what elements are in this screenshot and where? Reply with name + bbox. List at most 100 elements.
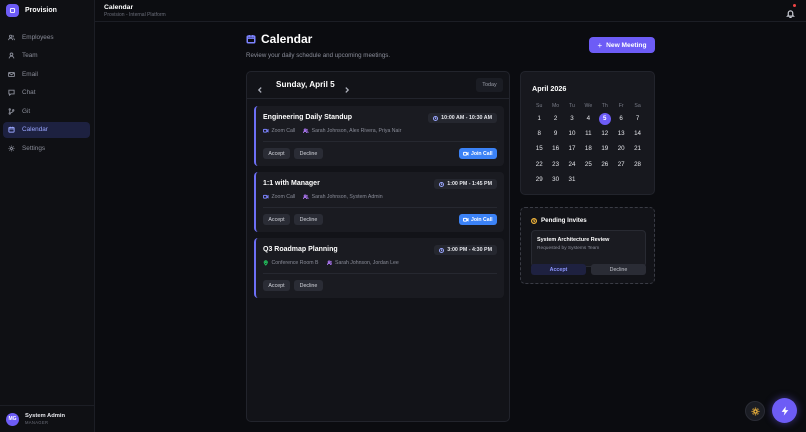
calendar-day-selected[interactable]: 5 — [597, 112, 613, 125]
chat-icon — [8, 89, 15, 96]
invite-decline-button[interactable]: Decline — [591, 264, 646, 275]
clock-icon — [439, 247, 445, 253]
calendar-day[interactable]: 24 — [564, 161, 580, 168]
mini-calendar: April 2026 Su Mo Tu We Th Fr Sa 1 2 3 4 … — [520, 71, 655, 195]
calendar-day[interactable]: 3 — [564, 115, 580, 122]
topbar: Calendar Provision - Internal Platform — [95, 0, 806, 22]
page-description: Review your daily schedule and upcoming … — [246, 52, 391, 59]
notifications-button[interactable] — [786, 4, 796, 19]
invite-card: System Architecture Review Requested by … — [531, 230, 646, 267]
sidebar-item-label: Git — [22, 107, 31, 115]
calendar-day[interactable]: 15 — [531, 145, 547, 152]
invite-accept-button[interactable]: Accept — [531, 264, 586, 275]
decline-button[interactable]: Decline — [294, 280, 323, 291]
page-title: Calendar — [246, 32, 390, 46]
calendar-day[interactable]: 9 — [547, 130, 563, 137]
event-time: 3:00 PM - 4:30 PM — [434, 245, 497, 255]
calendar-icon — [8, 126, 15, 133]
calendar-day[interactable]: 31 — [564, 176, 580, 183]
sidebar-item-chat[interactable]: Chat — [3, 85, 90, 101]
pending-invites: Pending Invites System Architecture Revi… — [520, 207, 655, 284]
calendar-day[interactable]: 13 — [613, 130, 629, 137]
calendar-day[interactable]: 26 — [597, 161, 613, 168]
sun-icon — [751, 407, 759, 415]
quick-action-button[interactable] — [772, 398, 797, 423]
event-card[interactable]: Q3 Roadmap Planning 3:00 PM - 4:30 PM Co… — [254, 238, 504, 298]
calendar-day[interactable]: 17 — [564, 145, 580, 152]
sidebar-item-label: Employees — [22, 33, 54, 41]
calendar-icon — [246, 35, 256, 44]
sidebar-item-label: Chat — [22, 89, 36, 96]
calendar-day[interactable]: 8 — [531, 130, 547, 137]
join-call-button[interactable]: Join Call — [459, 214, 497, 225]
calendar-day[interactable]: 1 — [531, 115, 547, 122]
weekday-label: Th — [601, 103, 608, 109]
calendar-day[interactable]: 18 — [580, 145, 596, 152]
calendar-day[interactable]: 30 — [547, 176, 563, 183]
gear-icon — [8, 145, 15, 151]
calendar-day[interactable]: 23 — [547, 161, 563, 168]
calendar-day[interactable]: 21 — [629, 145, 645, 152]
week-row: 15 16 17 18 19 20 21 — [531, 141, 653, 156]
next-day-button[interactable] — [343, 81, 351, 93]
decline-button[interactable]: Decline — [294, 214, 323, 225]
divider — [263, 273, 497, 274]
weekday-label: Su — [536, 103, 543, 109]
sidebar-item-employees[interactable]: Employees — [3, 29, 90, 45]
calendar-day[interactable]: 25 — [580, 161, 596, 168]
calendar-day[interactable]: 14 — [629, 130, 645, 137]
previous-day-button[interactable] — [256, 81, 264, 93]
calendar-day[interactable]: 7 — [629, 115, 645, 122]
clock-icon — [433, 115, 439, 121]
brand[interactable]: Provision — [6, 4, 57, 17]
accept-button[interactable]: Accept — [263, 148, 290, 159]
calendar-day[interactable]: 2 — [547, 115, 563, 122]
sidebar-item-email[interactable]: Email — [3, 66, 90, 82]
accept-button[interactable]: Accept — [263, 214, 290, 225]
sidebar-item-calendar[interactable]: Calendar — [3, 121, 90, 138]
event-card[interactable]: Engineering Daily Standup 10:00 AM - 10:… — [254, 106, 504, 166]
calendar-day[interactable]: 19 — [597, 145, 613, 152]
calendar-day[interactable]: 12 — [597, 130, 613, 137]
theme-toggle-button[interactable] — [745, 401, 765, 421]
sidebar: Provision Employees Team Email Chat Git … — [0, 0, 95, 432]
sidebar-item-label: Calendar — [22, 126, 48, 133]
join-call-button[interactable]: Join Call — [459, 148, 497, 159]
decline-button[interactable]: Decline — [294, 148, 323, 159]
calendar-day[interactable]: 11 — [580, 130, 596, 137]
event-card[interactable]: 1:1 with Manager 1:00 PM - 1:45 PM Zoom … — [254, 172, 504, 232]
calendar-day[interactable]: 16 — [547, 145, 563, 152]
user-profile[interactable]: MG System Admin MANAGER — [0, 405, 95, 432]
calendar-day[interactable]: 28 — [629, 161, 645, 168]
sidebar-item-label: Email — [22, 70, 38, 78]
event-time-text: 10:00 AM - 10:30 AM — [441, 115, 492, 121]
notification-dot — [793, 4, 796, 7]
sidebar-item-team[interactable]: Team — [3, 48, 90, 64]
person-icon — [8, 52, 15, 59]
today-button[interactable]: Today — [476, 78, 503, 92]
join-call-label: Join Call — [470, 150, 493, 157]
sidebar-item-settings[interactable]: Settings — [3, 140, 90, 156]
users-icon — [326, 260, 332, 266]
new-meeting-button[interactable]: + New Meeting — [589, 37, 655, 53]
event-attendees: Sarah Johnson, Jordan Lee — [335, 260, 399, 266]
accept-button[interactable]: Accept — [263, 280, 290, 291]
calendar-day[interactable]: 4 — [580, 115, 596, 122]
map-pin-icon — [263, 260, 268, 266]
calendar-day[interactable]: 6 — [613, 115, 629, 122]
user-name: System Admin — [25, 413, 66, 419]
calendar-day[interactable]: 20 — [613, 145, 629, 152]
video-icon — [263, 129, 269, 133]
topbar-subtitle: Provision - Internal Platform — [104, 12, 166, 18]
sidebar-item-git[interactable]: Git — [3, 103, 90, 119]
video-icon — [463, 151, 469, 156]
calendar-day[interactable]: 10 — [564, 130, 580, 137]
mail-icon — [8, 71, 15, 77]
week-row: 29 30 31 — [531, 172, 653, 187]
calendar-day[interactable]: 27 — [613, 161, 629, 168]
calendar-day[interactable]: 22 — [531, 161, 547, 168]
video-icon — [463, 217, 469, 222]
calendar-day[interactable]: 29 — [531, 176, 547, 183]
weekday-label: We — [584, 103, 593, 109]
invites-title: Pending Invites — [541, 217, 587, 224]
